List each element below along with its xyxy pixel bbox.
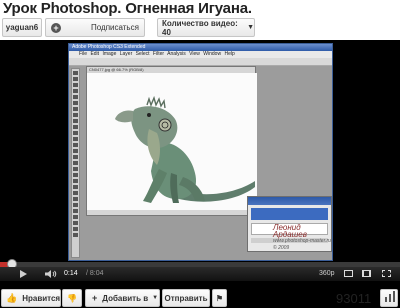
player-control-bar: 0:14 / 8:04 360p	[0, 267, 400, 281]
channel-username-button[interactable]: yaguan6	[2, 18, 42, 37]
like-button[interactable]: 👍 Нравится	[1, 289, 61, 307]
flag-button[interactable]: ⚑	[212, 289, 227, 307]
document-status-bar	[87, 210, 255, 215]
view-count: 93011	[336, 291, 372, 306]
video-count-label: Количество видео: 40	[162, 18, 238, 37]
thumbs-up-icon: 👍	[6, 292, 18, 303]
fullscreen-icon[interactable]	[382, 270, 391, 277]
panel-tabs	[248, 197, 331, 205]
page-title: Урок Photoshop. Огненная Игуана.	[3, 0, 252, 17]
photoshop-options-bar	[69, 58, 332, 66]
watermark-year: © 2009	[273, 245, 290, 251]
theater-mode-icon[interactable]	[362, 270, 371, 277]
thumbs-down-icon: 👎	[67, 293, 77, 303]
subscribe-button[interactable]: + Подписаться	[45, 18, 145, 37]
video-watermark: Леонид Ардашев www.photoshop-master.ru ©…	[273, 224, 333, 252]
like-label: Нравится	[22, 293, 61, 303]
photoshop-menubar: File Edit Image Layer Select Filter Anal…	[69, 51, 332, 58]
channel-bar: yaguan6 + Подписаться Количество видео: …	[0, 18, 400, 38]
add-to-button[interactable]: + Добавить в ▼	[85, 289, 160, 307]
photoshop-toolbox	[71, 68, 80, 258]
flag-icon: ⚑	[215, 293, 224, 303]
layer-row-selected	[251, 208, 328, 220]
chevron-down-icon: ▼	[247, 24, 254, 31]
plus-icon: +	[51, 22, 61, 33]
stats-bar-icon	[389, 294, 391, 302]
popout-icon[interactable]	[344, 270, 353, 277]
dislike-button[interactable]: 👎	[62, 289, 82, 307]
subscribe-label: Подписаться	[91, 23, 139, 32]
add-label: Добавить в	[102, 293, 149, 303]
plus-icon: +	[92, 293, 98, 303]
quality-selector[interactable]: 360p	[319, 270, 335, 277]
volume-icon[interactable]	[45, 270, 57, 278]
video-count-dropdown[interactable]: Количество видео: 40 ▼	[157, 18, 255, 37]
stats-button[interactable]	[380, 289, 398, 307]
watermark-author: Леонид Ардашев	[273, 223, 307, 239]
watermark-site: www.photoshop-master.ru	[273, 238, 331, 244]
play-icon[interactable]	[20, 270, 27, 278]
photoshop-titlebar: Adobe Photoshop CS3 Extended	[69, 44, 332, 51]
youtube-watch-page: Урок Photoshop. Огненная Игуана. yaguan6…	[0, 0, 400, 308]
stats-bar-icon	[385, 297, 387, 302]
current-time: 0:14	[64, 270, 78, 277]
total-time: / 8:04	[86, 270, 104, 277]
chevron-down-icon: ▼	[152, 295, 159, 301]
stats-bar-icon	[393, 291, 395, 302]
photoshop-document: CN0477.jpg @ 66.7% (RGB/8)	[86, 66, 257, 216]
share-button[interactable]: Отправить	[162, 289, 210, 307]
iguana-image	[87, 73, 257, 213]
